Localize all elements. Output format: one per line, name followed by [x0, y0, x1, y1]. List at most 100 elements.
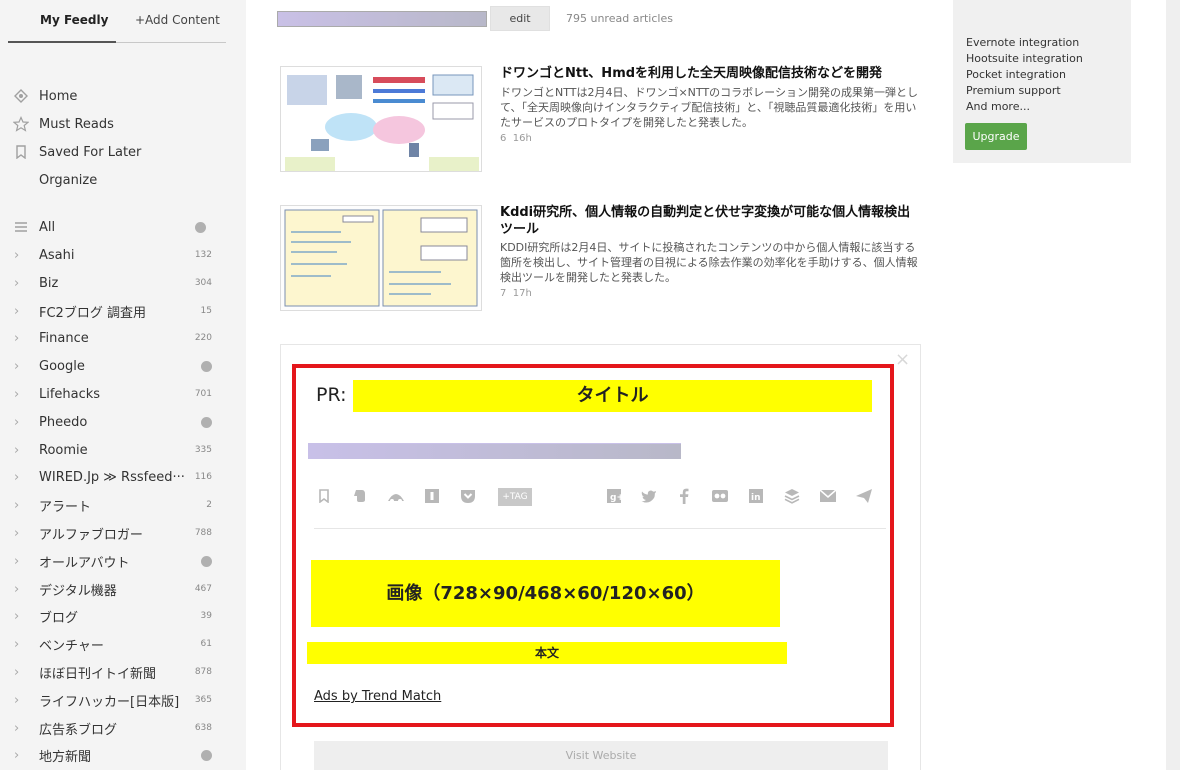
sidebar-feed-item[interactable]: › アラート 2 [14, 493, 212, 517]
article-title[interactable]: Kddi研究所、個人情報の自動判定と伏せ字変換が可能な個人情報検出ツール [500, 204, 920, 238]
article-thumbnail [280, 66, 482, 172]
feed-unread-count: 15 [200, 306, 212, 316]
chevron-right-icon[interactable]: › [14, 498, 30, 513]
pr-label: PR: [316, 384, 347, 406]
hatena-icon[interactable] [710, 488, 730, 508]
star-icon [12, 115, 30, 133]
nav-home-label: Home [39, 88, 78, 104]
chevron-right-icon[interactable]: › [14, 304, 30, 319]
pro-upgrade-card: Evernote integration Hootsuite integrati… [953, 0, 1131, 163]
article-count: 6 [500, 133, 507, 144]
ad-body-text: 本文 [307, 642, 787, 664]
sidebar-feed-item[interactable]: › Google [14, 354, 212, 378]
sidebar-feed-item[interactable]: › ほぼ日刊イトイ新聞 878 [14, 660, 212, 684]
chevron-right-icon[interactable]: › [14, 443, 30, 458]
instapaper-icon[interactable] [422, 488, 442, 508]
sidebar-feed-item[interactable]: › 広告系ブログ 638 [14, 716, 212, 740]
chevron-right-icon[interactable]: › [14, 637, 30, 652]
feed-label: デジタル機器 [39, 583, 117, 599]
chevron-right-icon[interactable]: › [14, 609, 30, 624]
feed-label: Pheedo [39, 414, 88, 430]
google-plus-icon[interactable]: g+ [604, 488, 624, 508]
sidebar-feed-item[interactable]: › Asahi 132 [14, 243, 212, 267]
close-icon[interactable]: × [895, 349, 910, 370]
chevron-right-icon[interactable]: › [14, 721, 30, 736]
article-summary: ドワンゴとNTTは2月4日、ドワンゴ×NTTのコラボレーション開発の成果第一弾と… [500, 86, 918, 129]
buffer-icon[interactable] [782, 488, 802, 508]
tab-my-feedly[interactable]: My Feedly [8, 0, 116, 43]
promo-line: Pocket integration [966, 68, 1066, 81]
scrollbar-track[interactable] [1166, 0, 1180, 770]
feed-label: Roomie [39, 442, 88, 458]
bookmark-icon[interactable] [314, 488, 334, 508]
nav-all[interactable]: All [12, 215, 234, 239]
chevron-right-icon[interactable]: › [14, 248, 30, 263]
feed-unread-dot [201, 360, 212, 372]
feed-label: ブログ [39, 610, 79, 626]
article-item[interactable]: ドワンゴとNtt、Hmdを利用した全天周映像配信技術などを開発 ドワンゴとNTT… [280, 66, 920, 172]
feed-unread-count: 788 [194, 528, 212, 538]
all-unread-dot [195, 221, 206, 233]
edit-button[interactable]: edit [490, 6, 550, 31]
feed-unread-dot [201, 555, 212, 567]
article-title[interactable]: ドワンゴとNtt、Hmdを利用した全天周映像配信技術などを開発 [500, 65, 920, 82]
chevron-right-icon[interactable]: › [14, 276, 30, 291]
nav-must-reads[interactable]: Must Reads [12, 112, 234, 136]
twitter-icon[interactable] [639, 488, 659, 508]
upgrade-button[interactable]: Upgrade [965, 123, 1027, 150]
nav-saved-for-later[interactable]: Saved For Later [12, 140, 234, 164]
ads-by-link[interactable]: Ads by Trend Match [314, 689, 441, 704]
sidebar-feed-item[interactable]: › ブログ 39 [14, 604, 212, 628]
sidebar-feed-item[interactable]: › Biz 304 [14, 271, 212, 295]
chevron-right-icon[interactable]: › [14, 748, 30, 763]
chevron-right-icon[interactable]: › [14, 554, 30, 569]
chevron-right-icon[interactable]: › [14, 665, 30, 680]
facebook-icon[interactable] [674, 488, 694, 508]
chevron-right-icon[interactable]: › [14, 387, 30, 402]
home-icon [12, 87, 30, 105]
chevron-right-icon[interactable]: › [14, 693, 30, 708]
chevron-right-icon[interactable]: › [14, 526, 30, 541]
sidebar-feed-item[interactable]: › デジタル機器 467 [14, 577, 212, 601]
sidebar: My Feedly +Add Content Home Must Reads S… [0, 0, 246, 770]
feed-label: ベンチャー [39, 638, 104, 654]
sidebar-feed-item[interactable]: › ライフハッカー[日本版] 365 [14, 688, 212, 712]
sidebar-feed-item[interactable]: › WIRED.Jp ≫ Rssfeed··· 116 [14, 465, 212, 489]
sidebar-feed-item[interactable]: › Lifehacks 701 [14, 382, 212, 406]
chevron-right-icon[interactable]: › [14, 331, 30, 346]
feed-label: ライフハッカー[日本版] [39, 694, 180, 710]
chevron-right-icon[interactable]: › [14, 582, 30, 597]
readability-icon[interactable] [386, 488, 406, 508]
feed-unread-count: 39 [200, 611, 212, 621]
feed-unread-count: 878 [194, 667, 212, 677]
ad-image-placeholder[interactable]: 画像（728×90/468×60/120×60） [311, 560, 780, 627]
sidebar-feed-item[interactable]: › 地方新聞 [14, 743, 212, 767]
chevron-right-icon[interactable]: › [14, 415, 30, 430]
chevron-right-icon[interactable]: › [14, 359, 30, 374]
article-thumbnail [280, 205, 482, 311]
article-item[interactable]: Kddi研究所、個人情報の自動判定と伏せ字変換が可能な個人情報検出ツール KDD… [280, 205, 920, 311]
feed-label: FC2ブログ 調査用 [39, 305, 146, 321]
sidebar-feed-item[interactable]: › Finance 220 [14, 326, 212, 350]
ad-title[interactable]: タイトル [353, 380, 872, 412]
sidebar-feed-item[interactable]: › FC2ブログ 調査用 15 [14, 299, 212, 323]
chevron-right-icon[interactable]: › [14, 470, 30, 485]
tab-add-content[interactable]: +Add Content [135, 0, 220, 43]
sidebar-feed-item[interactable]: › Pheedo [14, 410, 212, 434]
nav-home[interactable]: Home [12, 84, 234, 108]
sidebar-feed-item[interactable]: › オールアバウト [14, 549, 212, 573]
nav-organize[interactable]: Organize [12, 168, 234, 192]
evernote-icon[interactable] [350, 488, 370, 508]
mail-icon[interactable] [818, 488, 838, 508]
sidebar-feed-item[interactable]: › ベンチャー 61 [14, 632, 212, 656]
tag-button[interactable]: +TAG [498, 488, 532, 508]
sidebar-feed-item[interactable]: › アルファブロガー 788 [14, 521, 212, 545]
send-icon[interactable] [854, 488, 874, 508]
feed-unread-count: 335 [194, 445, 212, 455]
feed-label: Biz [39, 275, 59, 291]
visit-website-button[interactable]: Visit Website [314, 741, 888, 770]
sidebar-feed-item[interactable]: › Roomie 335 [14, 438, 212, 462]
pocket-icon[interactable] [458, 488, 478, 508]
promo-line: Evernote integration [966, 36, 1080, 49]
linkedin-icon[interactable]: in [746, 488, 766, 508]
